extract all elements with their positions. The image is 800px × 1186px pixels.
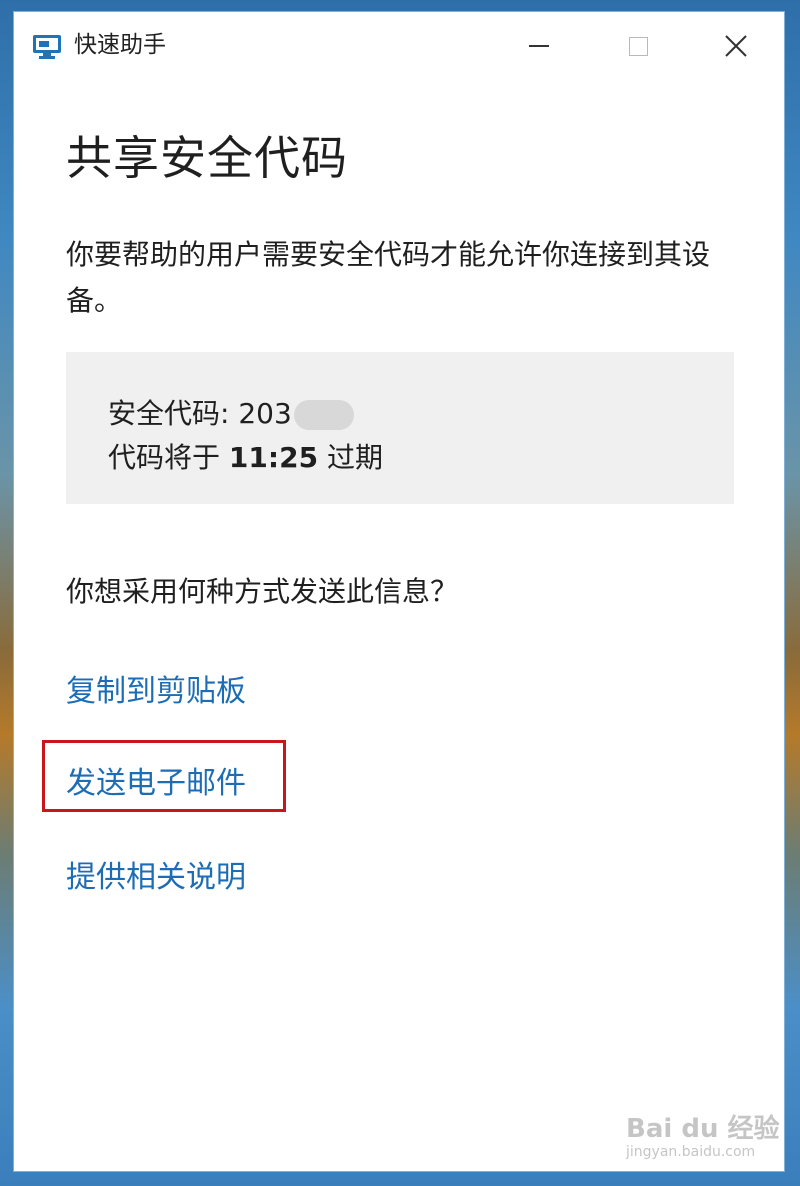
window-title: 快速助手	[74, 32, 166, 58]
expiry-prefix: 代码将于	[108, 441, 221, 474]
security-code-value[interactable]: 203	[238, 397, 291, 430]
maximize-icon	[628, 36, 648, 56]
send-method-question: 你想采用何种方式发送此信息？	[66, 575, 459, 608]
redacted-code-mask	[293, 400, 354, 430]
title-bar[interactable]: 快速助手	[14, 12, 784, 80]
watermark-sub: jingyan.baidu.com	[626, 1144, 756, 1160]
security-code-box: 安全代码: 203 代码将于 11:25 过期	[66, 352, 734, 504]
watermark-main: Bai du 经验	[626, 1114, 780, 1144]
security-code-label: 安全代码:	[108, 397, 230, 430]
minimize-icon	[529, 45, 549, 47]
expiry-time: 11:25	[228, 441, 319, 474]
provide-instructions-link[interactable]: 提供相关说明	[66, 852, 246, 896]
description-text: 你要帮助的用户需要安全代码才能允许你连接到其设备。	[66, 238, 711, 317]
quick-assist-icon	[33, 35, 61, 59]
expiry-line: 代码将于 11:25 过期	[108, 436, 383, 476]
baidu-watermark: Bai du 经验 jingyan.baidu.com	[620, 1102, 780, 1171]
security-code-line: 安全代码: 203	[108, 392, 354, 432]
page-title: 共享安全代码	[66, 131, 348, 185]
expiry-suffix: 过期	[326, 441, 383, 474]
quick-assist-window: 快速助手 共享安全代码 你要帮助的用户需要安全代码才能允许你连接到其设备。 安全…	[13, 11, 785, 1172]
highlight-annotation-box	[42, 740, 286, 812]
close-icon	[725, 35, 747, 57]
minimize-button[interactable]	[509, 24, 569, 68]
close-button[interactable]	[706, 24, 766, 68]
copy-to-clipboard-link[interactable]: 复制到剪贴板	[66, 666, 246, 710]
maximize-button[interactable]	[608, 24, 668, 68]
